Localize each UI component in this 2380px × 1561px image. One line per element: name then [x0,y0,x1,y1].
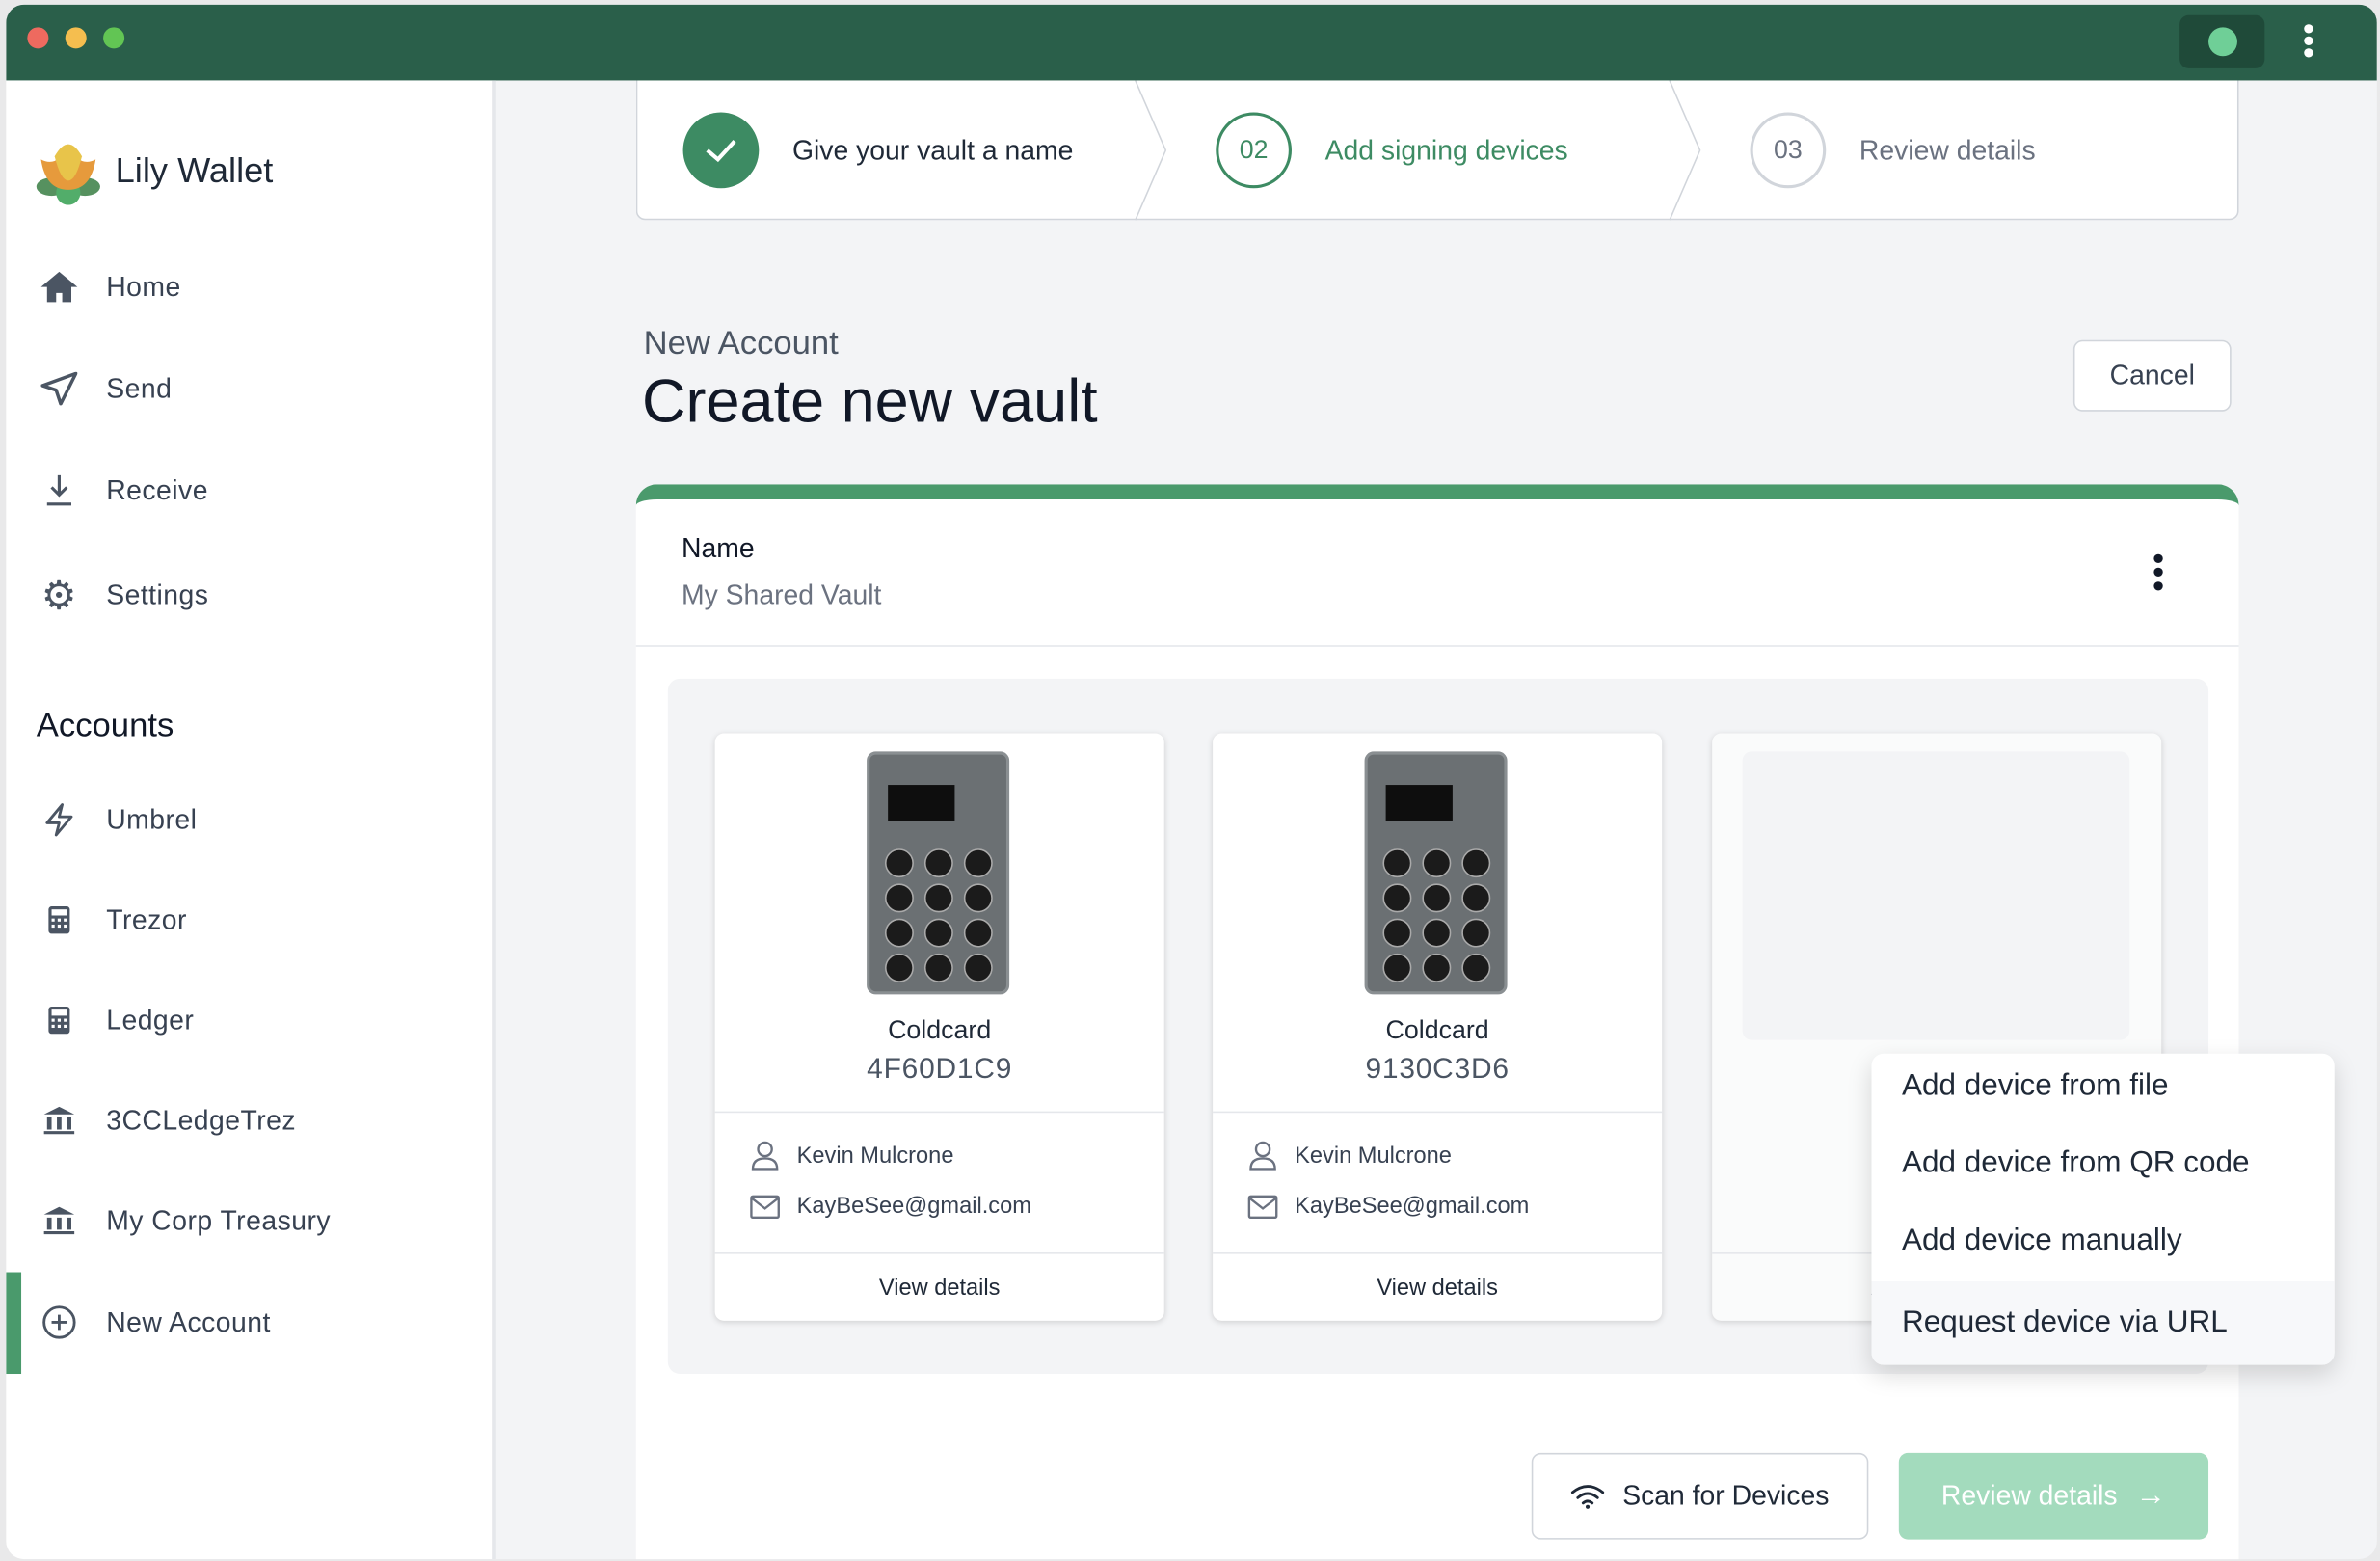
view-details-button[interactable]: View details [1213,1252,1663,1321]
scan-label: Scan for Devices [1622,1480,1830,1511]
sidebar-item-label: Umbrel [106,803,198,835]
device-owner: Kevin Mulcrone [796,1142,954,1169]
bank-icon [37,1102,82,1139]
step-number: 02 [1216,112,1292,189]
accounts-heading: Accounts [36,706,174,744]
check-icon [682,112,760,189]
device-email: KayBeSee@gmail.com [1295,1193,1530,1220]
page-subtitle: New Account [643,323,839,362]
stepper: Give your vault a name 02 Add signing de… [635,80,2239,221]
home-icon [37,269,82,306]
menu-item-add-from-file[interactable]: Add device from file [1871,1054,2334,1125]
step-separator [1669,80,1701,221]
node-status-button[interactable] [2179,14,2265,68]
add-device-menu: Add device from file Add device from QR … [1871,1053,2335,1365]
device-card: Coldcard 4F60D1C9 Kevin Mulcrone KayBeSe… [714,733,1164,1321]
wifi-icon [1570,1484,1605,1509]
download-icon [37,472,82,509]
sidebar-item-send[interactable]: Send [37,359,173,419]
device-type: Coldcard [1385,1015,1489,1045]
page-title: Create new vault [642,368,1098,436]
app-window: • • • Lily Wallet Home Send Receive ⚙ Setti… [6,4,2377,1560]
sidebar-item-trezor[interactable]: Trezor [37,890,187,951]
sidebar-item-new-account[interactable]: New Account [37,1292,271,1353]
step-separator [1135,80,1167,221]
cancel-button[interactable]: Cancel [2072,339,2232,412]
bank-icon [37,1202,82,1239]
sidebar-item-label: 3CCLedgeTrez [106,1104,297,1136]
main-content: Give your vault a name 02 Add signing de… [496,80,2377,1560]
lily-logo-icon [34,129,103,205]
review-details-button[interactable]: Review details → [1898,1452,2209,1540]
user-icon [748,1141,782,1171]
sidebar-item-ledger[interactable]: Ledger [37,990,195,1051]
active-indicator [6,1272,22,1375]
close-window-button[interactable] [27,27,49,49]
calculator-icon [37,902,82,938]
sidebar-item-umbrel[interactable]: Umbrel [37,790,198,850]
sidebar: Lily Wallet Home Send Receive ⚙ Settings … [6,80,496,1560]
device-fingerprint: 4F60D1C9 [867,1053,1013,1086]
step-number: 03 [1750,112,1827,189]
sidebar-item-label: Receive [106,474,208,505]
menu-item-request-via-url[interactable]: Request device via URL [1871,1280,2335,1365]
lightning-icon [37,801,82,838]
sidebar-item-label: Ledger [106,1004,195,1036]
send-icon [37,370,82,407]
sidebar-item-home[interactable]: Home [37,256,181,317]
device-email: KayBeSee@gmail.com [796,1193,1031,1220]
plus-circle-icon [37,1305,82,1341]
title-bar: • • • [6,4,2377,81]
user-icon [1246,1141,1280,1171]
mail-icon [1246,1194,1280,1219]
coldcard-image [867,751,1010,995]
view-details-button[interactable]: View details [714,1252,1164,1321]
scan-for-devices-button[interactable]: Scan for Devices [1531,1452,1869,1540]
more-options-icon[interactable]: • • • [2146,541,2170,602]
step-label: Add signing devices [1324,134,1568,165]
gear-icon: ⚙ [40,571,77,618]
menu-item-add-from-qr[interactable]: Add device from QR code [1871,1125,2334,1202]
mail-icon [748,1194,782,1219]
device-owner: Kevin Mulcrone [1295,1142,1452,1169]
sidebar-item-receive[interactable]: Receive [37,460,208,521]
name-label: Name [681,532,755,564]
sidebar-item-3ccledgetrez[interactable]: 3CCLedgeTrez [37,1090,296,1151]
step-3[interactable]: 03 Review details [1750,80,2036,220]
review-label: Review details [1940,1480,2118,1511]
minimize-window-button[interactable] [65,27,87,49]
device-card: Coldcard 9130C3D6 Kevin Mulcrone KayBeSe… [1213,733,1663,1321]
coldcard-image [1364,751,1508,995]
vault-card: Name My Shared Vault • • • Coldcard 4F60D1… [635,484,2335,1560]
step-label: Give your vault a name [791,134,1074,165]
sidebar-item-label: Home [106,271,181,302]
sidebar-item-label: New Account [106,1305,271,1337]
app-name: Lily Wallet [115,149,274,190]
sidebar-item-label: Send [106,372,173,404]
status-dot-icon [2208,27,2237,57]
step-1[interactable]: Give your vault a name [682,80,1074,220]
more-options-icon[interactable]: • • • [2298,12,2319,69]
calculator-icon [37,1002,82,1038]
device-fingerprint: 9130C3D6 [1365,1053,1510,1086]
device-type: Coldcard [888,1015,992,1045]
divider [635,645,2239,647]
sidebar-item-label: Trezor [106,903,187,935]
sidebar-item-label: Settings [106,579,209,610]
step-2[interactable]: 02 Add signing devices [1216,80,1568,220]
maximize-window-button[interactable] [103,27,125,49]
arrow-right-icon: → [2135,1478,2167,1513]
vault-name-value[interactable]: My Shared Vault [682,579,881,611]
menu-item-add-manually[interactable]: Add device manually [1871,1202,2334,1279]
sidebar-item-label: My Corp Treasury [106,1204,332,1235]
sidebar-item-my-corp-treasury[interactable]: My Corp Treasury [37,1190,331,1251]
step-label: Review details [1859,134,2036,165]
device-placeholder-image [1742,751,2130,1040]
sidebar-item-settings[interactable]: ⚙ Settings [37,565,209,626]
